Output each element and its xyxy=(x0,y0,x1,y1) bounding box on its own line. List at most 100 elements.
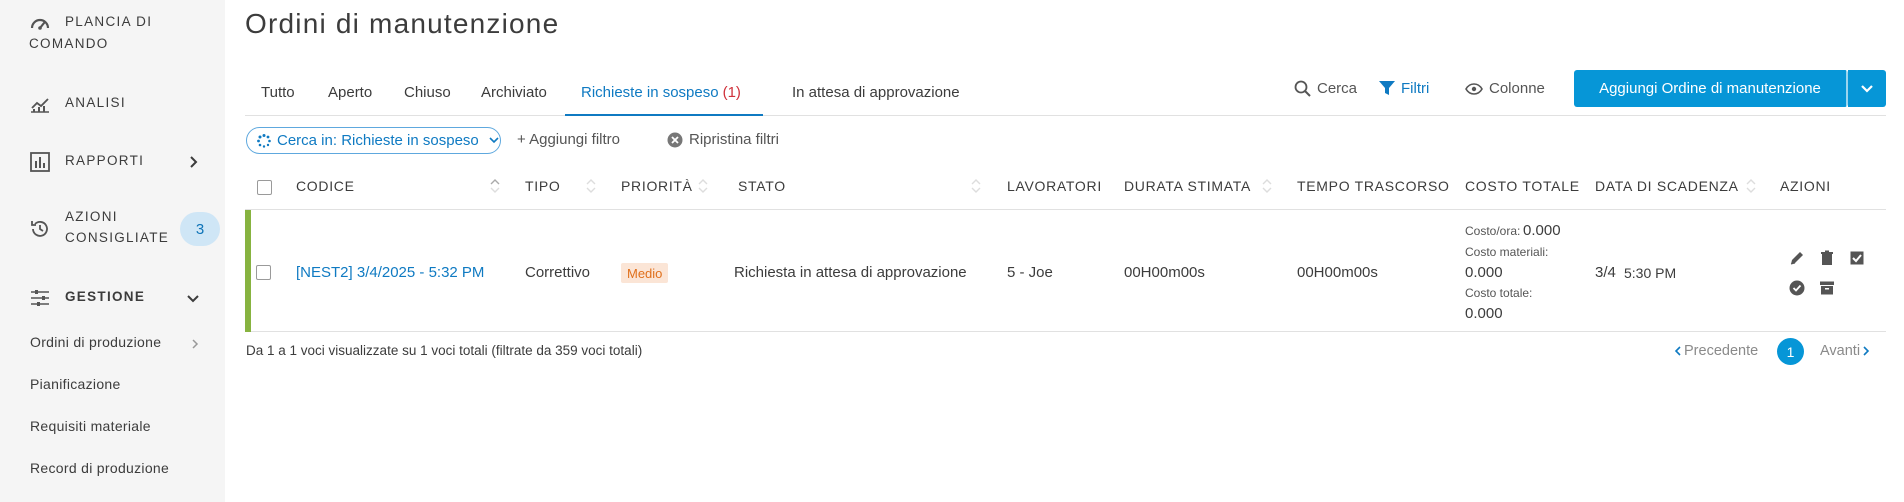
tab-label: Aperto xyxy=(328,84,373,101)
sidebar-subitem-material-requirements[interactable]: Requisiti materiale xyxy=(30,418,151,434)
order-type: Correttivo xyxy=(525,264,591,281)
sidebar-item-suggested-label-1: AZIONI xyxy=(65,209,118,224)
chevron-down-icon xyxy=(187,295,199,303)
column-header-code[interactable]: CODICE xyxy=(296,178,355,194)
delete-trash-icon[interactable] xyxy=(1819,250,1835,266)
cost-total-value: 0.000 xyxy=(1465,305,1503,322)
sidebar-subitem-planning[interactable]: Pianificazione xyxy=(30,376,121,392)
reset-filters-button[interactable]: Ripristina filtri xyxy=(667,131,779,148)
sort-icon[interactable] xyxy=(586,177,596,195)
sidebar-item-reports[interactable]: RAPPORTI xyxy=(0,148,225,176)
elapsed-time: 00H00m00s xyxy=(1297,264,1378,281)
sort-icon[interactable] xyxy=(1746,177,1756,195)
loading-spinner-icon xyxy=(257,133,271,148)
add-maintenance-order-button[interactable]: Aggiungi Ordine di manutenzione xyxy=(1574,70,1846,107)
sliders-icon xyxy=(29,287,51,309)
bar-report-icon xyxy=(29,151,51,173)
columns-button[interactable]: Colonne xyxy=(1465,80,1545,97)
add-filter-label: + Aggiungi filtro xyxy=(517,131,620,148)
sidebar-item-management[interactable]: GESTIONE xyxy=(0,284,225,312)
filters-button[interactable]: Filtri xyxy=(1379,80,1429,97)
tab-pending-requests[interactable]: Richieste in sospeso (1) xyxy=(565,78,763,116)
sort-icon[interactable] xyxy=(971,177,981,195)
due-time: 5:30 PM xyxy=(1624,265,1677,281)
select-all-checkbox[interactable] xyxy=(257,180,272,195)
tab-closed[interactable]: Chiuso xyxy=(388,78,467,116)
column-header-total-cost[interactable]: COSTO TOTALE xyxy=(1465,178,1580,194)
next-page-label: Avanti xyxy=(1820,343,1861,359)
tab-archived[interactable]: Archiviato xyxy=(465,78,563,116)
tab-label: Chiuso xyxy=(404,84,451,101)
next-page-button[interactable]: Avanti xyxy=(1820,343,1870,359)
sort-icon[interactable] xyxy=(490,177,500,195)
sidebar-subitem-production-records[interactable]: Record di produzione xyxy=(30,460,169,476)
priority-badge: Medio xyxy=(621,263,669,283)
previous-page-button[interactable]: Precedente xyxy=(1674,343,1758,359)
clear-circle-icon xyxy=(667,132,683,147)
chevron-down-icon xyxy=(489,137,499,144)
page-number-button[interactable]: 1 xyxy=(1777,338,1804,365)
search-icon xyxy=(1294,80,1311,97)
tab-label: Tutto xyxy=(261,84,295,101)
add-filter-button[interactable]: + Aggiungi filtro xyxy=(517,131,620,148)
column-header-workers[interactable]: LAVORATORI xyxy=(1007,178,1102,194)
sidebar-item-suggested-actions[interactable]: AZIONI CONSIGLIATE 3 xyxy=(0,206,225,252)
sidebar-item-reports-label: RAPPORTI xyxy=(65,153,145,168)
gauge-icon xyxy=(29,13,51,35)
chart-icon xyxy=(29,93,51,115)
search-button[interactable]: Cerca xyxy=(1294,80,1357,97)
filter-icon xyxy=(1379,81,1395,95)
sidebar-item-analysis[interactable]: ANALISI xyxy=(0,90,225,118)
pagination-summary: Da 1 a 1 voci visualizzate su 1 voci tot… xyxy=(246,343,643,358)
sidebar-subitem-production-orders[interactable]: Ordini di produzione xyxy=(30,334,161,350)
column-header-elapsed-time[interactable]: TEMPO TRASCORSO xyxy=(1297,178,1450,194)
order-status: Richiesta in attesa di approvazione xyxy=(734,264,967,281)
row-status-accent xyxy=(245,210,251,332)
column-header-estimated-duration[interactable]: DURATA STIMATA xyxy=(1124,178,1251,194)
order-code-link[interactable]: [NEST2] 3/4/2025 - 5:32 PM xyxy=(296,264,484,281)
tab-count: (1) xyxy=(722,84,741,101)
chevron-right-icon xyxy=(192,339,199,349)
sort-icon[interactable] xyxy=(1262,177,1272,195)
search-scope-label: Cerca in: Richieste in sospeso xyxy=(277,132,479,149)
chevron-down-icon xyxy=(1861,84,1873,93)
sidebar-item-analysis-label: ANALISI xyxy=(65,95,126,110)
archive-box-icon[interactable] xyxy=(1819,280,1835,296)
previous-page-label: Precedente xyxy=(1684,343,1759,359)
tab-label: Richieste in sospeso xyxy=(581,84,719,101)
filters-label: Filtri xyxy=(1401,80,1430,97)
tab-label: Archiviato xyxy=(481,84,547,101)
chevron-right-icon xyxy=(1863,346,1870,356)
search-scope-chip[interactable]: Cerca in: Richieste in sospeso xyxy=(246,127,501,154)
column-header-type[interactable]: TIPO xyxy=(525,178,560,194)
complete-check-circle-icon[interactable] xyxy=(1789,280,1805,296)
tab-open[interactable]: Aperto xyxy=(312,78,388,116)
add-options-dropdown-button[interactable] xyxy=(1848,70,1886,107)
page-title: Ordini di manutenzione xyxy=(245,8,560,39)
column-header-priority[interactable]: PRIORITÀ xyxy=(621,178,693,194)
tab-all[interactable]: Tutto xyxy=(245,78,311,116)
column-header-actions: AZIONI xyxy=(1780,178,1831,194)
order-workers: 5 - Joe xyxy=(1007,264,1053,281)
sort-icon[interactable] xyxy=(698,177,708,195)
column-header-due-date[interactable]: DATA DI SCADENZA xyxy=(1595,178,1739,194)
table-row[interactable]: [NEST2] 3/4/2025 - 5:32 PM Correttivo Me… xyxy=(245,210,1886,332)
columns-label: Colonne xyxy=(1489,80,1545,97)
row-checkbox[interactable] xyxy=(256,265,271,280)
suggested-count-badge: 3 xyxy=(180,212,220,246)
cost-total-label: Costo totale: xyxy=(1465,286,1533,300)
tab-label: In attesa di approvazione xyxy=(792,84,960,101)
approve-checkbox-icon[interactable] xyxy=(1849,250,1865,266)
cost-material-value: 0.000 xyxy=(1465,264,1503,281)
sidebar-item-dashboard-label-2: COMANDO xyxy=(29,36,109,51)
edit-pencil-icon[interactable] xyxy=(1789,250,1805,266)
reset-filters-label: Ripristina filtri xyxy=(689,131,780,148)
sidebar-item-dashboard[interactable]: PLANCIA DI COMANDO xyxy=(0,10,225,56)
cost-material-label: Costo materiali: xyxy=(1465,245,1549,259)
chevron-right-icon xyxy=(190,156,198,168)
column-header-status[interactable]: STATO xyxy=(738,178,786,194)
eye-icon xyxy=(1465,82,1483,95)
cost-hour-label: Costo/ora: xyxy=(1465,224,1521,238)
add-maintenance-order-group: Aggiungi Ordine di manutenzione xyxy=(1574,70,1886,107)
tab-awaiting-approval[interactable]: In attesa di approvazione xyxy=(776,78,976,116)
